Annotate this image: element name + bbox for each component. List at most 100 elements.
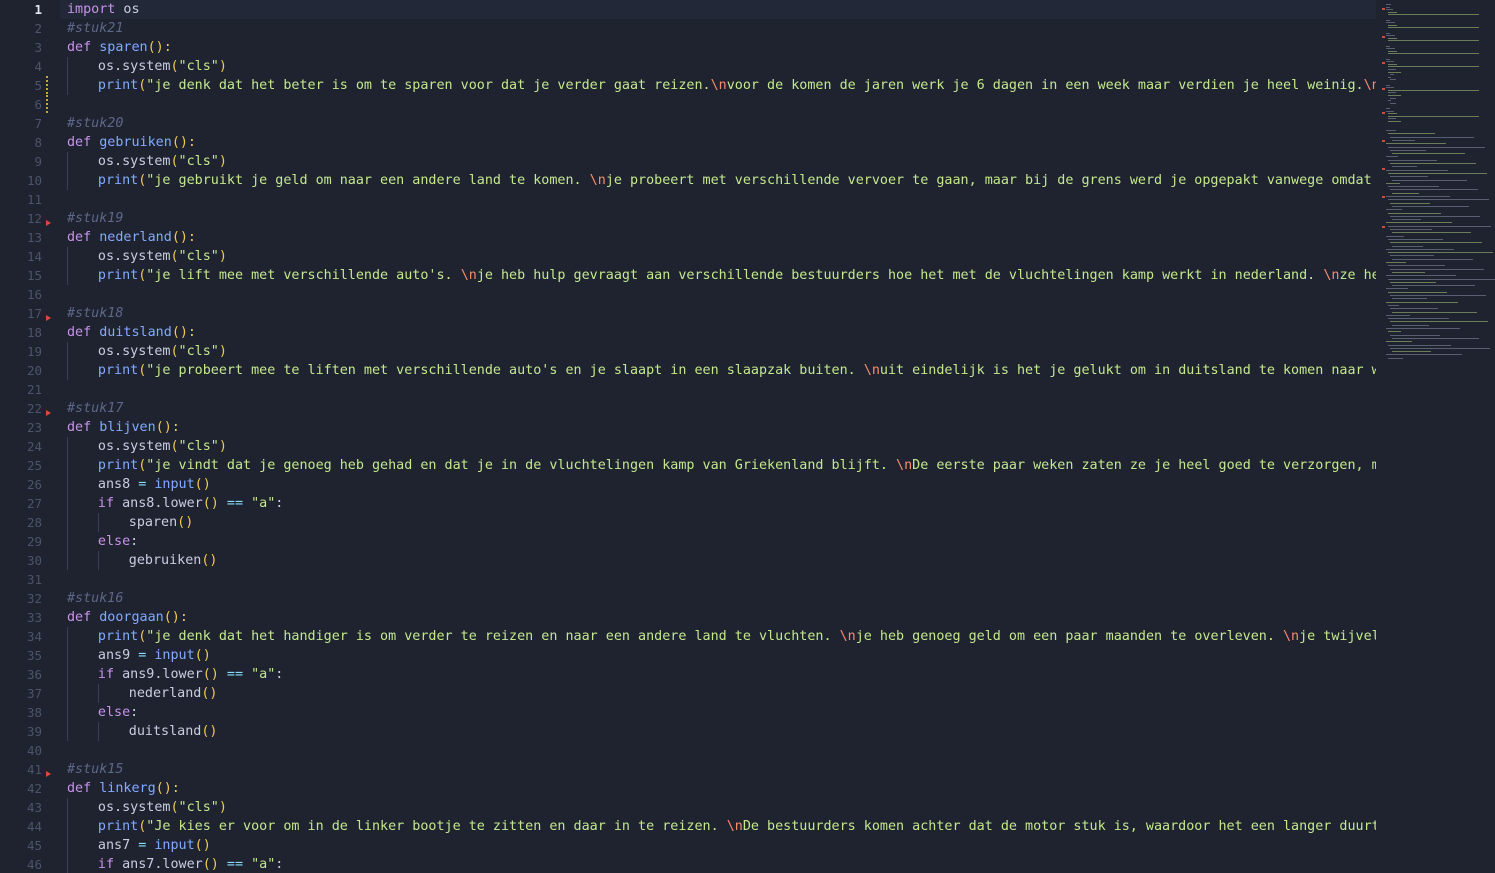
line-number[interactable]: 39	[0, 722, 60, 741]
code-line[interactable]: os.system("cls")	[60, 57, 1376, 76]
line-number[interactable]: 14	[0, 247, 60, 266]
code-line[interactable]: print("je lift mee met verschillende aut…	[60, 266, 1376, 285]
code-line[interactable]	[60, 95, 1376, 114]
line-number[interactable]: 31	[0, 570, 60, 589]
line-number[interactable]: 12	[0, 209, 60, 228]
line-number[interactable]: 45	[0, 836, 60, 855]
line-number[interactable]: 27	[0, 494, 60, 513]
line-number[interactable]: 6	[0, 95, 60, 114]
code-line[interactable]	[60, 741, 1376, 760]
code-line[interactable]: if ans8.lower() == "a":	[60, 494, 1376, 513]
line-number[interactable]: 35	[0, 646, 60, 665]
line-number[interactable]: 46	[0, 855, 60, 873]
code-line[interactable]: #stuk21	[60, 19, 1376, 38]
code-line[interactable]: #stuk15	[60, 760, 1376, 779]
code-line[interactable]	[60, 190, 1376, 209]
code-line[interactable]: print("je vindt dat je genoeg heb gehad …	[60, 456, 1376, 475]
line-number[interactable]: 24	[0, 437, 60, 456]
code-line[interactable]: duitsland()	[60, 722, 1376, 741]
line-number[interactable]: 33	[0, 608, 60, 627]
code-line[interactable]: if ans7.lower() == "a":	[60, 855, 1376, 873]
line-number[interactable]: 26	[0, 475, 60, 494]
code-line[interactable]: import os	[60, 0, 1376, 19]
line-number[interactable]: 37	[0, 684, 60, 703]
line-number[interactable]: 43	[0, 798, 60, 817]
line-number[interactable]: 30	[0, 551, 60, 570]
line-number[interactable]: 15	[0, 266, 60, 285]
code-line[interactable]: #stuk20	[60, 114, 1376, 133]
line-number[interactable]: 3	[0, 38, 60, 57]
code-line[interactable]: os.system("cls")	[60, 247, 1376, 266]
minimap[interactable]	[1382, 0, 1495, 873]
line-number[interactable]: 18	[0, 323, 60, 342]
line-number[interactable]: 21	[0, 380, 60, 399]
breakpoint-marker-icon[interactable]	[46, 771, 51, 777]
line-number[interactable]: 36	[0, 665, 60, 684]
line-number[interactable]: 2	[0, 19, 60, 38]
code-line[interactable]: def sparen():	[60, 38, 1376, 57]
line-number[interactable]: 23	[0, 418, 60, 437]
line-number[interactable]: 9	[0, 152, 60, 171]
line-number[interactable]: 11	[0, 190, 60, 209]
code-line[interactable]: def doorgaan():	[60, 608, 1376, 627]
code-line[interactable]: os.system("cls")	[60, 437, 1376, 456]
line-number[interactable]: 8	[0, 133, 60, 152]
code-line[interactable]: ans7 = input()	[60, 836, 1376, 855]
code-line[interactable]: #stuk17	[60, 399, 1376, 418]
code-line[interactable]: ans8 = input()	[60, 475, 1376, 494]
breakpoint-marker-icon[interactable]	[46, 410, 51, 416]
line-number[interactable]: 42	[0, 779, 60, 798]
line-number[interactable]: 4	[0, 57, 60, 76]
code-line[interactable]	[60, 285, 1376, 304]
code-line[interactable]: print("je gebruikt je geld om naar een a…	[60, 171, 1376, 190]
line-number[interactable]: 7	[0, 114, 60, 133]
code-line[interactable]	[60, 570, 1376, 589]
line-number[interactable]: 44	[0, 817, 60, 836]
code-line[interactable]: sparen()	[60, 513, 1376, 532]
line-number[interactable]: 25	[0, 456, 60, 475]
code-line[interactable]: def duitsland():	[60, 323, 1376, 342]
line-number[interactable]: 19	[0, 342, 60, 361]
code-line[interactable]: #stuk16	[60, 589, 1376, 608]
line-number[interactable]: 16	[0, 285, 60, 304]
line-number-gutter[interactable]: 1 2 3 4 5 6 7 8 9 10 11 12 13 14 15 16 17 18 19 20 21 22 23 24 2…	[0, 0, 60, 873]
line-number[interactable]: 13	[0, 228, 60, 247]
code-line[interactable]: def linkerg():	[60, 779, 1376, 798]
code-line[interactable]: print("je probeert mee te liften met ver…	[60, 361, 1376, 380]
code-line[interactable]: ans9 = input()	[60, 646, 1376, 665]
line-number[interactable]: 20	[0, 361, 60, 380]
line-number[interactable]: 32	[0, 589, 60, 608]
line-number[interactable]: 41	[0, 760, 60, 779]
line-number[interactable]: 1	[0, 0, 60, 19]
code-line[interactable]: print("je denk dat het handiger is om ve…	[60, 627, 1376, 646]
line-number[interactable]: 40	[0, 741, 60, 760]
code-line[interactable]: #stuk19	[60, 209, 1376, 228]
code-line[interactable]: os.system("cls")	[60, 342, 1376, 361]
line-number[interactable]: 38	[0, 703, 60, 722]
code-line[interactable]: else:	[60, 703, 1376, 722]
code-line[interactable]: print("Je kies er voor om in de linker b…	[60, 817, 1376, 836]
line-number[interactable]: 22	[0, 399, 60, 418]
line-number[interactable]: 34	[0, 627, 60, 646]
breakpoint-marker-icon[interactable]	[46, 220, 51, 226]
code-line[interactable]: def nederland():	[60, 228, 1376, 247]
breakpoint-marker-icon[interactable]	[46, 315, 51, 321]
code-line[interactable]: def gebruiken():	[60, 133, 1376, 152]
code-line[interactable]: #stuk18	[60, 304, 1376, 323]
code-line[interactable]: os.system("cls")	[60, 152, 1376, 171]
code-line[interactable]: os.system("cls")	[60, 798, 1376, 817]
code-line[interactable]: gebruiken()	[60, 551, 1376, 570]
line-number[interactable]: 17	[0, 304, 60, 323]
code-editor[interactable]: 1 2 3 4 5 6 7 8 9 10 11 12 13 14 15 16 17 18 19 20 21 22 23 24 2…	[0, 0, 1495, 873]
code-line[interactable]: print("je denk dat het beter is om te sp…	[60, 76, 1376, 95]
line-number[interactable]: 10	[0, 171, 60, 190]
code-line[interactable]: nederland()	[60, 684, 1376, 703]
line-number[interactable]: 28	[0, 513, 60, 532]
code-line[interactable]: def blijven():	[60, 418, 1376, 437]
code-line[interactable]	[60, 380, 1376, 399]
line-number[interactable]: 5	[0, 76, 60, 95]
code-line[interactable]: if ans9.lower() == "a":	[60, 665, 1376, 684]
code-area[interactable]: import os #stuk21 def sparen(): os.system("…	[60, 0, 1376, 873]
line-number[interactable]: 29	[0, 532, 60, 551]
code-line[interactable]: else:	[60, 532, 1376, 551]
